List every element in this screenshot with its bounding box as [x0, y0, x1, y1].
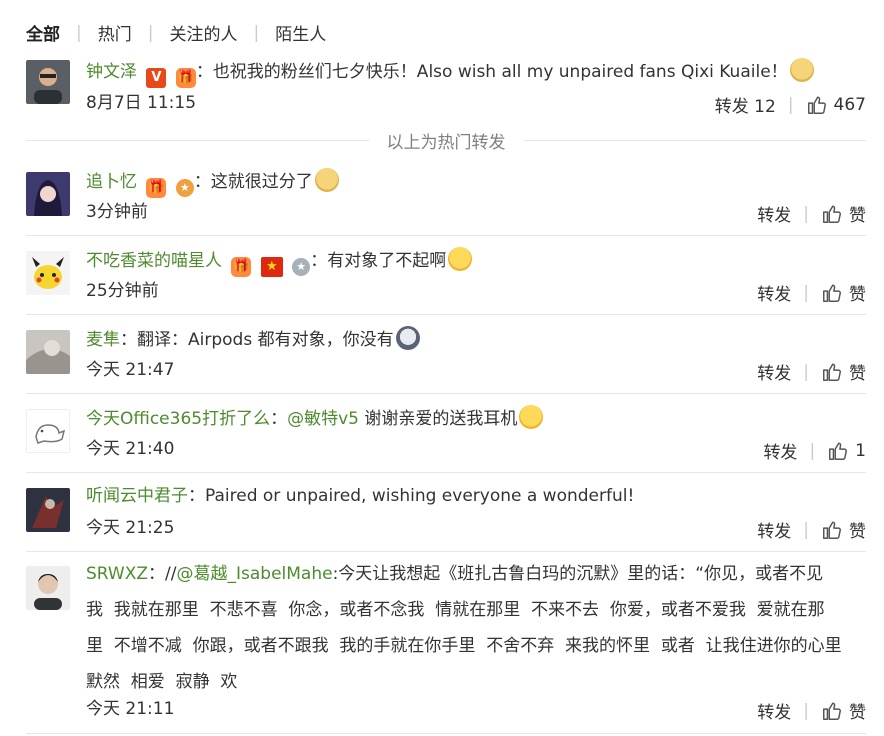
comment-body: SRWXZ：//@葛越_IsabelMahe:今天让我想起《班扎古鲁白玛的沉默》…	[86, 556, 866, 700]
doge-emoji-icon	[789, 58, 814, 82]
like-label: 赞	[849, 285, 866, 305]
hot-reposts-separator: 以上为热门转发	[26, 128, 866, 153]
repost-button[interactable]: 转发	[757, 201, 791, 226]
thumbs-up-icon	[823, 362, 841, 381]
timestamp: 今天 21:40	[86, 439, 175, 459]
thumbs-up-icon	[823, 701, 841, 720]
username[interactable]: 今天Office365打折了么	[86, 409, 270, 429]
comment-text-line4: 默然 相爱 寂静 欢	[86, 672, 238, 692]
repost-button[interactable]: 转发	[757, 359, 791, 384]
thumbs-up-icon	[823, 204, 841, 223]
row-divider	[26, 235, 866, 236]
like-button[interactable]: 赞	[821, 201, 866, 226]
medal-icon: ★	[292, 258, 311, 276]
member-gift-icon: 🎁	[175, 68, 196, 88]
like-count: 467	[833, 94, 866, 115]
row-divider	[26, 733, 866, 734]
username[interactable]: 钟文泽	[86, 62, 137, 82]
action-divider: |	[803, 203, 809, 224]
avatar[interactable]	[26, 251, 70, 295]
username[interactable]: SRWXZ	[86, 564, 148, 584]
timestamp: 今天 21:47	[86, 360, 175, 380]
comment-text: ：Paired or unpaired, wishing everyone a …	[188, 486, 635, 506]
like-label: 赞	[849, 364, 866, 384]
husky-emoji-icon	[395, 326, 420, 350]
comment-text: ：翻译：Airpods 都有对象，你没有	[120, 330, 394, 350]
thumbs-up-icon	[807, 95, 826, 114]
kiss-emoji-icon	[519, 405, 544, 429]
avatar[interactable]	[26, 60, 70, 104]
mention-link[interactable]: @葛越_IsabelMahe	[176, 564, 332, 584]
username[interactable]: 追卜忆	[86, 172, 137, 192]
username[interactable]: 麦隼	[86, 330, 120, 350]
action-divider: |	[809, 440, 816, 461]
repost-button[interactable]: 转发 12	[715, 92, 776, 117]
comment-text: 谢谢亲爱的送我耳机	[358, 409, 518, 429]
comment-text-prefix: ：	[270, 409, 288, 429]
avatar[interactable]	[26, 488, 70, 532]
crying-emoji-icon	[448, 247, 473, 271]
doge-emoji-icon	[314, 168, 339, 192]
timestamp: 今天 21:25	[86, 518, 175, 538]
action-divider: |	[787, 94, 794, 115]
thumbs-up-icon	[823, 520, 841, 539]
action-divider: |	[803, 282, 809, 303]
medal-icon: ★	[175, 179, 194, 197]
repost-button[interactable]: 转发	[757, 280, 791, 305]
like-button[interactable]: 赞	[821, 280, 866, 305]
repost-button[interactable]: 转发	[763, 438, 797, 463]
like-label: 赞	[849, 703, 866, 723]
thumbs-up-icon	[829, 441, 848, 460]
comment-text-line1: :今天让我想起《班扎古鲁白玛的沉默》里的话：“你见，或者不见	[332, 564, 824, 584]
repost-button[interactable]: 转发	[757, 517, 791, 542]
repost-label: 转发	[714, 97, 749, 117]
row-divider	[26, 393, 866, 394]
timestamp: 今天 21:11	[86, 699, 175, 719]
comment-text-line2: 我 我就在那里 不悲不喜 你念，或者不念我 情就在那里 不来不去 你爱，或者不爱…	[86, 600, 825, 620]
comment-text: ：这就很过分了	[193, 172, 313, 192]
comment-text-prefix: ：//	[148, 564, 177, 584]
row-divider	[26, 314, 866, 315]
comment-text-line3: 里 不增不减 你跟，或者不跟我 我的手就在你手里 不舍不弃 来我的怀里 或者 让…	[86, 636, 842, 656]
action-divider: |	[803, 361, 809, 382]
comment-list: 钟文泽 V 🎁 ：也祝我的粉丝们七夕快乐！Also wish all my unp…	[0, 0, 884, 736]
like-label: 赞	[849, 522, 866, 542]
china-flag-icon: ★	[260, 257, 283, 277]
repost-button[interactable]: 转发	[757, 698, 791, 723]
thumbs-up-icon	[823, 283, 841, 302]
comment-text: ：也祝我的粉丝们七夕快乐！Also wish all my unpaired f…	[195, 62, 788, 82]
member-gift-icon: 🎁	[231, 257, 252, 277]
action-divider: |	[803, 519, 809, 540]
like-label: 赞	[849, 206, 866, 226]
timestamp: 25分钟前	[86, 281, 159, 301]
like-count: 1	[855, 440, 866, 461]
like-button[interactable]: 467	[806, 94, 866, 116]
comment-text: ：有对象了不起啊	[310, 251, 447, 271]
avatar[interactable]	[26, 566, 70, 610]
like-button[interactable]: 赞	[821, 517, 866, 542]
hot-separator-text: 以上为热门转发	[386, 132, 506, 153]
timestamp: 3分钟前	[86, 202, 148, 222]
like-button[interactable]: 赞	[821, 359, 866, 384]
repost-count: 12	[754, 97, 776, 117]
like-button[interactable]: 1	[827, 440, 866, 462]
row-divider	[26, 551, 866, 552]
member-gift-icon: 🎁	[146, 178, 167, 198]
like-button[interactable]: 赞	[821, 698, 866, 723]
avatar[interactable]	[26, 330, 70, 374]
avatar[interactable]	[26, 409, 70, 453]
username[interactable]: 不吃香菜的喵星人	[86, 251, 222, 271]
mention-link[interactable]: @敏特v5	[287, 409, 359, 429]
avatar[interactable]	[26, 172, 70, 216]
timestamp: 8月7日 11:15	[86, 93, 197, 113]
action-divider: |	[803, 700, 809, 721]
username[interactable]: 听闻云中君子	[86, 486, 188, 506]
verified-icon: V	[146, 68, 167, 88]
row-divider	[26, 472, 866, 473]
